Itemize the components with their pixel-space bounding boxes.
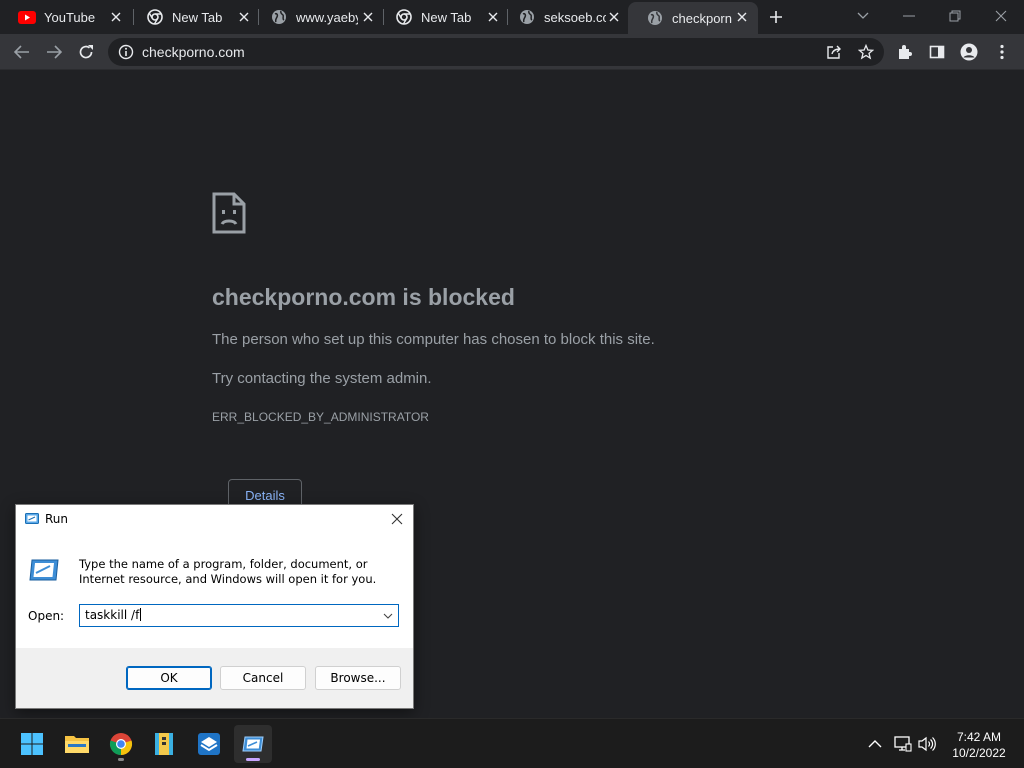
chrome-icon	[146, 8, 164, 26]
tab-title: www.yaeby	[296, 9, 358, 25]
plus-icon	[770, 11, 782, 23]
side-panel-icon	[929, 45, 945, 59]
chrome-icon	[109, 733, 133, 756]
browse-button[interactable]: Browse...	[315, 666, 401, 690]
close-icon[interactable]	[236, 9, 252, 25]
tab-new-tab-1[interactable]: New Tab	[128, 0, 260, 34]
clock-date: 10/2/2022	[952, 746, 1006, 760]
taskbar-run[interactable]	[234, 725, 272, 763]
chevron-up-icon	[868, 740, 882, 748]
start-icon	[21, 733, 43, 755]
tab-checkporno-active[interactable]: checkporn	[628, 2, 758, 34]
chrome-icon	[395, 8, 413, 26]
screen: YouTube New Tab www.yaeby New Tab seksoe…	[0, 0, 1024, 768]
error-message: The person who set up this computer has …	[212, 331, 655, 348]
avatar-icon	[960, 43, 978, 61]
side-panel-button[interactable]	[928, 43, 946, 61]
close-icon[interactable]	[360, 9, 376, 25]
close-icon	[391, 513, 403, 525]
puzzle-icon	[899, 45, 912, 59]
youtube-icon	[18, 8, 36, 26]
taskbar-file-explorer[interactable]	[58, 725, 96, 763]
page-title: checkporno.com is blocked	[212, 284, 515, 310]
running-indicator	[246, 758, 260, 761]
clock[interactable]: 7:42 AM 10/2/2022	[944, 729, 1014, 761]
clock-time: 7:42 AM	[956, 730, 1002, 744]
run-dialog: Run Type the name of a program, folder, …	[15, 504, 414, 709]
tab-search-button[interactable]	[852, 6, 874, 26]
taskbar-installer[interactable]	[190, 725, 228, 763]
error-code: ERR_BLOCKED_BY_ADMINISTRATOR	[212, 410, 429, 424]
open-input[interactable]: taskkill /f	[79, 604, 399, 627]
minimize-button[interactable]	[898, 6, 920, 26]
kebab-menu-icon	[1000, 44, 1004, 60]
taskbar-chrome[interactable]	[102, 725, 140, 763]
file-explorer-icon	[65, 736, 89, 753]
arrow-right-icon	[47, 45, 62, 59]
arrow-left-icon	[14, 45, 29, 59]
dialog-footer: OK Cancel Browse...	[16, 648, 413, 708]
info-icon[interactable]	[118, 44, 134, 60]
reload-icon	[79, 45, 93, 59]
profile-button[interactable]	[960, 43, 978, 61]
close-icon[interactable]	[606, 9, 622, 25]
globe-icon	[270, 8, 288, 26]
chevron-down-icon	[857, 12, 869, 19]
run-icon	[242, 736, 264, 752]
running-indicator	[118, 758, 124, 761]
close-icon[interactable]	[108, 9, 124, 25]
text-caret	[140, 608, 142, 621]
run-program-icon	[29, 559, 59, 581]
taskbar: 7:42 AM 10/2/2022	[0, 718, 1024, 768]
tab-youtube[interactable]: YouTube	[0, 0, 132, 34]
close-icon[interactable]	[734, 9, 750, 25]
restore-button[interactable]	[944, 6, 966, 26]
open-input-value[interactable]: taskkill /f	[85, 608, 142, 622]
browser-toolbar: checkporno.com	[0, 34, 1024, 70]
minimize-icon	[903, 15, 915, 17]
restore-icon	[949, 10, 961, 22]
close-icon[interactable]	[485, 9, 501, 25]
start-button[interactable]	[13, 725, 51, 763]
error-suggestion: Try contacting the system admin.	[212, 370, 432, 387]
url-text[interactable]: checkporno.com	[142, 44, 245, 60]
speaker-icon	[918, 736, 936, 752]
run-titlebar[interactable]: Run	[16, 505, 413, 533]
tab-title: checkporn	[672, 10, 732, 26]
open-label: Open:	[28, 609, 65, 623]
extensions-button[interactable]	[896, 43, 914, 61]
window-close-button[interactable]	[990, 6, 1012, 26]
taskbar-archive[interactable]	[145, 725, 183, 763]
cancel-button[interactable]: Cancel	[220, 666, 306, 690]
forward-button[interactable]	[44, 42, 64, 62]
installer-icon	[198, 733, 220, 755]
tab-strip: YouTube New Tab www.yaeby New Tab seksoe…	[0, 0, 1024, 34]
volume-button[interactable]	[918, 736, 936, 752]
show-hidden-icons-button[interactable]	[866, 736, 884, 752]
tab-title: seksoeb.co	[544, 9, 606, 25]
dialog-title: Run	[45, 512, 69, 526]
tab-seksoeb[interactable]: seksoeb.co	[500, 0, 630, 34]
tab-yaeby[interactable]: www.yaeby	[252, 0, 384, 34]
network-button[interactable]	[894, 736, 912, 752]
dialog-close-button[interactable]	[388, 510, 406, 528]
chevron-down-icon[interactable]	[382, 610, 394, 622]
close-icon	[995, 10, 1007, 22]
archive-icon	[155, 733, 173, 755]
ok-button[interactable]: OK	[126, 666, 212, 690]
sad-document-icon	[212, 192, 246, 234]
tab-new-tab-2[interactable]: New Tab	[377, 0, 509, 34]
globe-icon	[518, 8, 536, 26]
network-icon	[894, 736, 912, 752]
reload-button[interactable]	[76, 42, 96, 62]
address-bar[interactable]: checkporno.com	[108, 38, 884, 66]
share-icon[interactable]	[826, 44, 842, 60]
dialog-description: Type the name of a program, folder, docu…	[79, 557, 377, 586]
back-button[interactable]	[12, 42, 32, 62]
run-icon	[25, 513, 39, 524]
star-icon[interactable]	[858, 44, 874, 60]
globe-icon	[646, 9, 664, 27]
menu-button[interactable]	[993, 43, 1011, 61]
new-tab-button[interactable]	[766, 7, 786, 27]
